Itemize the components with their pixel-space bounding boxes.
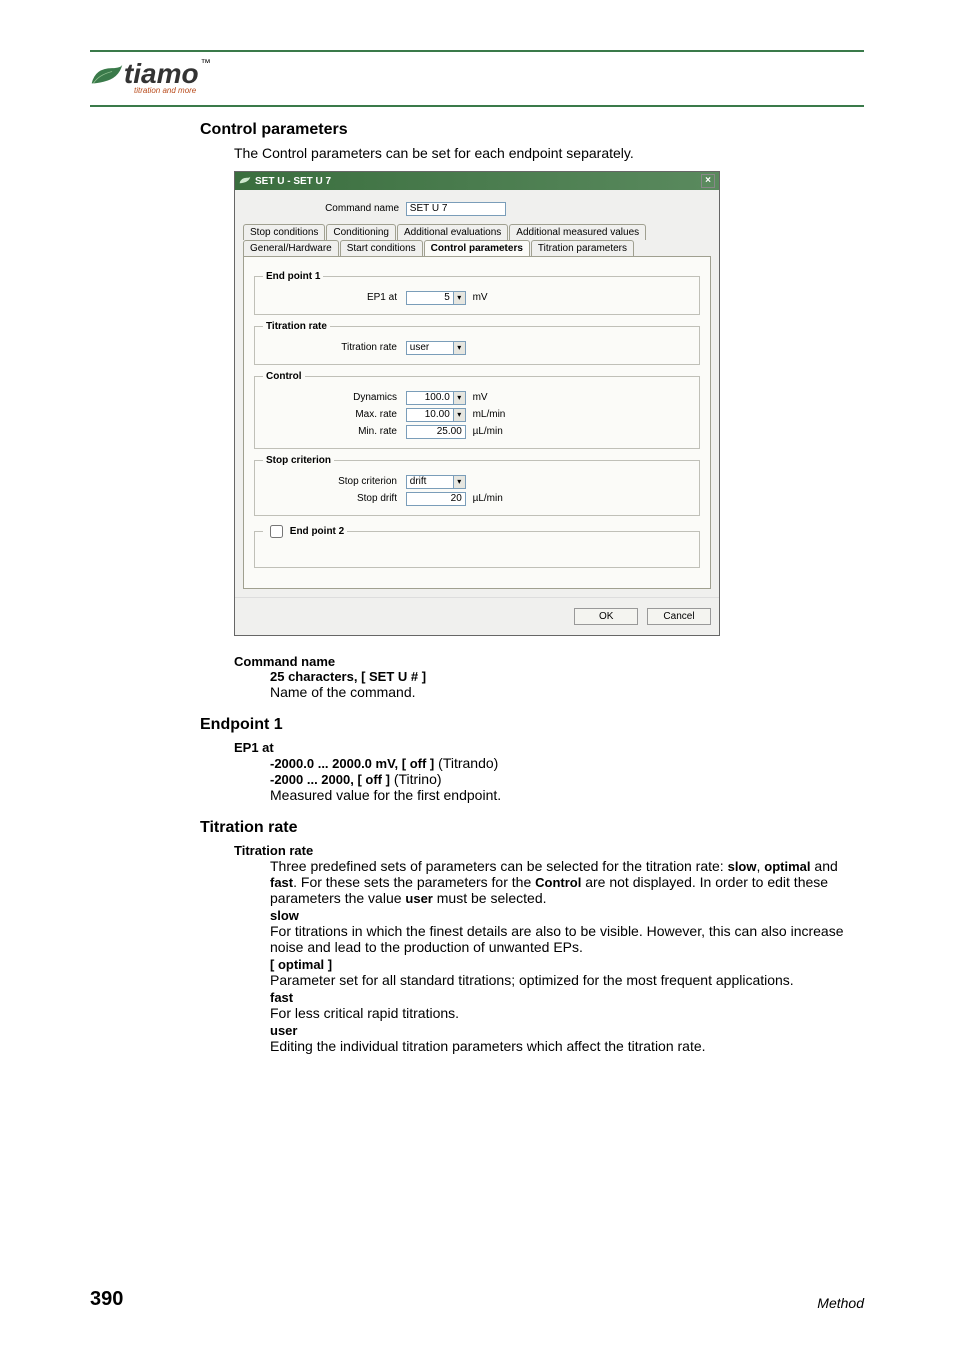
cancel-button[interactable]: Cancel: [647, 608, 711, 625]
slow-desc: For titrations in which the finest detai…: [270, 923, 864, 955]
group-titration-rate: Titration rate Titration rate user▾: [254, 321, 700, 365]
group-titration-rate-legend: Titration rate: [263, 321, 330, 332]
chevron-down-icon[interactable]: ▾: [454, 291, 466, 305]
group-endpoint-1-legend: End point 1: [263, 271, 323, 282]
chevron-down-icon[interactable]: ▾: [454, 475, 466, 489]
tab-conditioning[interactable]: Conditioning: [326, 224, 396, 240]
tab-stop-conditions[interactable]: Stop conditions: [243, 224, 325, 240]
group-control: Control Dynamics 100.0▾ mV Max. rate 10.…: [254, 371, 700, 449]
stop-drift-unit: µL/min: [473, 493, 503, 504]
group-endpoint-1: End point 1 EP1 at 5▾ mV: [254, 271, 700, 315]
tab-additional-evaluations[interactable]: Additional evaluations: [397, 224, 508, 240]
max-rate-label: Max. rate: [263, 409, 403, 420]
group-control-legend: Control: [263, 371, 305, 382]
page-footer: 390 Method: [90, 1288, 864, 1311]
dialog: SET U - SET U 7 × Command name SET U 7 S…: [234, 171, 720, 636]
ep1-at-line2: -2000 ... 2000, [ off ] (Titrino): [270, 771, 864, 787]
dialog-title: SET U - SET U 7: [255, 176, 331, 187]
term-titration-rate: Titration rate: [234, 843, 864, 858]
subterm-user: user: [270, 1023, 864, 1038]
tab-start-conditions[interactable]: Start conditions: [340, 240, 423, 256]
min-rate-unit: µL/min: [473, 426, 503, 437]
page-number: 390: [90, 1288, 123, 1311]
stop-drift-input[interactable]: 20: [406, 492, 466, 506]
close-icon[interactable]: ×: [701, 174, 715, 188]
brand-tagline: titration and more: [134, 86, 864, 95]
section-control-parameters: Control parameters: [200, 121, 864, 139]
tab-additional-measured-values[interactable]: Additional measured values: [509, 224, 646, 240]
trademark-icon: ™: [201, 58, 211, 69]
dynamics-unit: mV: [473, 392, 488, 403]
tab-row-2: General/Hardware Start conditions Contro…: [243, 240, 711, 256]
titration-rate-select[interactable]: user: [406, 341, 454, 355]
ep1-at-line1: -2000.0 ... 2000.0 mV, [ off ] (Titrando…: [270, 755, 864, 771]
command-name-input[interactable]: SET U 7: [406, 202, 506, 216]
ok-button[interactable]: OK: [574, 608, 638, 625]
dynamics-label: Dynamics: [263, 392, 403, 403]
term-ep1-at: EP1 at: [234, 740, 864, 755]
section-titration-rate: Titration rate: [200, 819, 864, 837]
dialog-leaf-icon: [239, 176, 251, 186]
brand-name: tiamo: [124, 58, 199, 89]
tab-titration-parameters[interactable]: Titration parameters: [531, 240, 634, 256]
ep1-at-unit: mV: [473, 292, 488, 303]
ep1-at-input[interactable]: 5: [406, 291, 454, 305]
dynamics-input[interactable]: 100.0: [406, 391, 454, 405]
dialog-titlebar[interactable]: SET U - SET U 7 ×: [235, 172, 719, 190]
term-command-name: Command name: [234, 654, 864, 669]
subterm-fast: fast: [270, 990, 864, 1005]
titration-rate-intro: Three predefined sets of parameters can …: [270, 858, 864, 906]
tab-general-hardware[interactable]: General/Hardware: [243, 240, 339, 256]
min-rate-input[interactable]: 25.00: [406, 425, 466, 439]
min-rate-label: Min. rate: [263, 426, 403, 437]
command-name-desc: Name of the command.: [270, 684, 864, 700]
chevron-down-icon[interactable]: ▾: [454, 408, 466, 422]
ep1-at-desc: Measured value for the first endpoint.: [270, 787, 864, 803]
group-stop-criterion-legend: Stop criterion: [263, 455, 334, 466]
endpoint-2-checkbox[interactable]: [270, 525, 283, 538]
max-rate-unit: mL/min: [473, 409, 506, 420]
chevron-down-icon[interactable]: ▾: [454, 341, 466, 355]
intro-text: The Control parameters can be set for ea…: [234, 145, 864, 161]
stop-criterion-select[interactable]: drift: [406, 475, 454, 489]
group-stop-criterion: Stop criterion Stop criterion drift▾ Sto…: [254, 455, 700, 516]
command-name-label: Command name: [293, 203, 403, 214]
group-endpoint-2: End point 2: [254, 522, 700, 568]
leaf-icon: [90, 63, 124, 85]
stop-drift-label: Stop drift: [263, 493, 403, 504]
endpoint-2-label: End point 2: [290, 526, 344, 537]
user-desc: Editing the individual titration paramet…: [270, 1038, 864, 1054]
subterm-slow: slow: [270, 908, 864, 923]
command-name-constraint: 25 characters, [ SET U # ]: [270, 669, 864, 684]
chevron-down-icon[interactable]: ▾: [454, 391, 466, 405]
max-rate-input[interactable]: 10.00: [406, 408, 454, 422]
section-endpoint-1: Endpoint 1: [200, 716, 864, 734]
fast-desc: For less critical rapid titrations.: [270, 1005, 864, 1021]
subterm-optimal: [ optimal ]: [270, 957, 864, 972]
brand-logo: tiamo™ titration and more: [90, 58, 864, 95]
page-label: Method: [817, 1295, 864, 1311]
tab-control-parameters[interactable]: Control parameters: [424, 240, 530, 256]
optimal-desc: Parameter set for all standard titration…: [270, 972, 864, 988]
tab-row-1: Stop conditions Conditioning Additional …: [243, 224, 711, 240]
ep1-at-label: EP1 at: [263, 292, 403, 303]
titration-rate-label: Titration rate: [263, 342, 403, 353]
stop-criterion-label: Stop criterion: [263, 476, 403, 487]
